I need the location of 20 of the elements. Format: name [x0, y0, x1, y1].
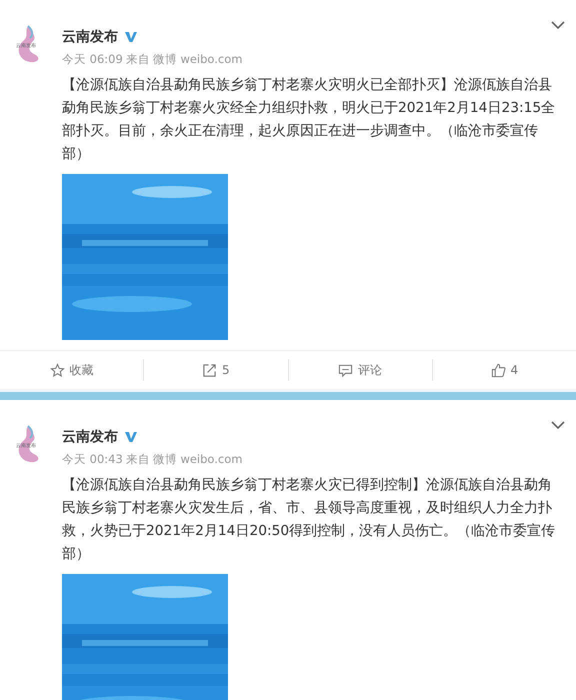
comment-icon	[338, 362, 354, 378]
author-name[interactable]: 云南发布	[62, 428, 118, 446]
author-name[interactable]: 云南发布	[62, 28, 118, 46]
source-prefix: 来自	[126, 52, 150, 67]
chevron-down-icon[interactable]	[550, 420, 566, 430]
chevron-down-icon[interactable]	[550, 20, 566, 30]
source-link[interactable]: 微博 weibo.com	[152, 452, 242, 467]
source-link[interactable]: 微博 weibo.com	[152, 52, 242, 67]
post-time[interactable]: 今天 00:43	[62, 452, 123, 467]
post-time[interactable]: 今天 06:09	[62, 52, 123, 67]
source-prefix: 来自	[126, 452, 150, 467]
comment-button[interactable]: 评论	[288, 359, 433, 381]
like-button[interactable]: 4	[432, 359, 576, 381]
post-text: 【沧源佤族自治县勐角民族乡翁丁村老寨火灾明火已全部扑灭】沧源佤族自治县勐角民族乡翁丁村老寨火灾经全力组织扑救，明火已于2021年2月14日23:15全部扑灭。目前，余火正在清理，起火原因正在进一步调查中。（临沧市委宣传部）	[62, 76, 556, 164]
post-text: 【沧源佤族自治县勐角民族乡翁丁村老寨火灾已得到控制】沧源佤族自治县勐角民族乡翁丁村老寨火灾发生后，省、市、县领导高度重视，及时组织人力全力扑救，火势已于2021年2月14日20:50得到控制，没有人员伤亡。（临沧市委宣传部）	[62, 476, 556, 564]
star-icon	[50, 362, 65, 378]
share-icon	[202, 362, 218, 378]
repost-button[interactable]: 5	[144, 359, 288, 381]
thumbs-up-icon	[490, 362, 506, 378]
favorite-button[interactable]: 收藏	[0, 359, 144, 381]
